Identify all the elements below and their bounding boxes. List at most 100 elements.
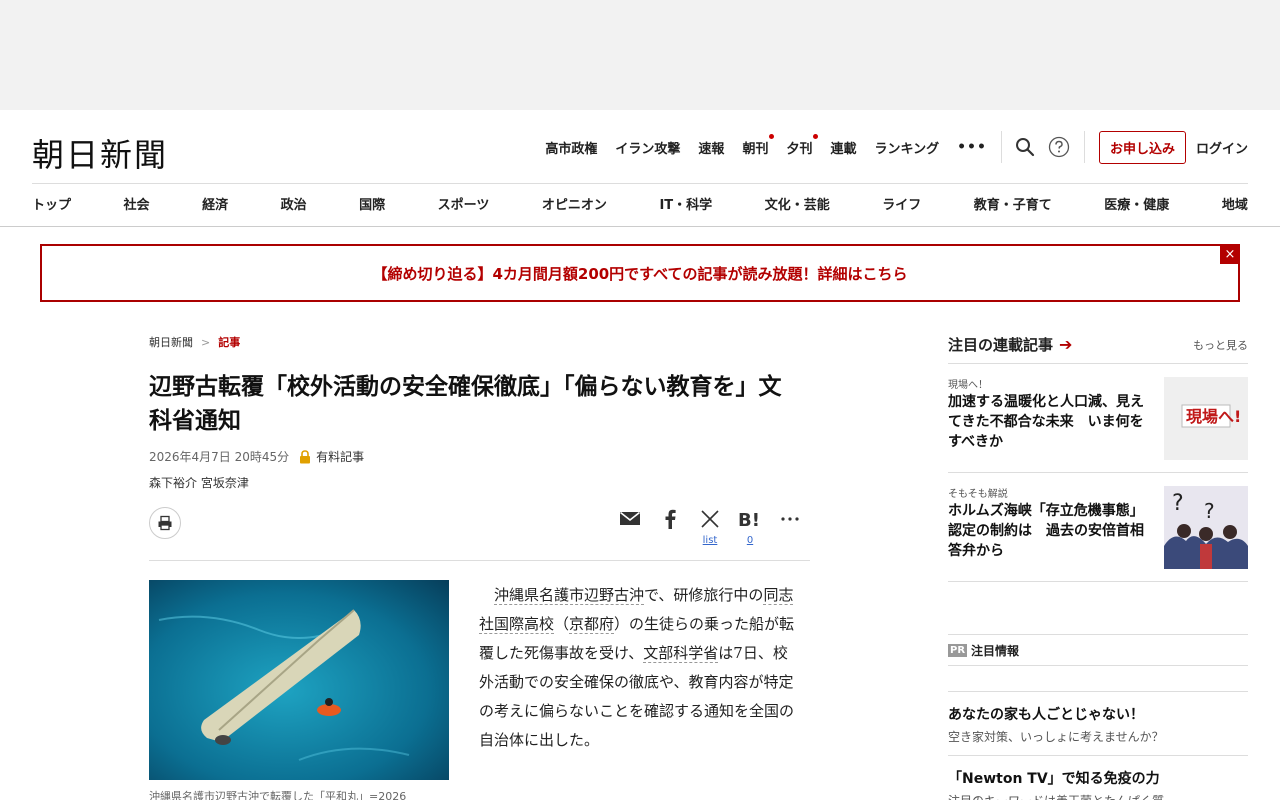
subscribe-button[interactable]: お申し込み: [1098, 130, 1186, 164]
series-kicker: 現場へ！: [948, 380, 988, 391]
category-opinion[interactable]: オピニオン: [542, 194, 607, 213]
sidebar: 注目の連載記事 ➔ もっと見る 現場へ！ 加速する温暖化と人口減、見えてきた不都…: [948, 334, 1248, 800]
help-icon[interactable]: [1048, 136, 1070, 158]
breadcrumb-separator: >: [201, 335, 211, 349]
photo-caption: 沖縄県名護市辺野古沖で転覆した「平和丸」=2026: [149, 790, 407, 800]
pr-section-header: PR 注目情報: [948, 634, 1248, 666]
facebook-icon: [665, 509, 676, 529]
category-top[interactable]: トップ: [32, 194, 71, 213]
new-dot-icon: [813, 133, 819, 139]
category-education[interactable]: 教育・子育て: [974, 194, 1052, 213]
topnav-link-3[interactable]: 朝刊: [742, 133, 775, 157]
publish-date: 2026年4月7日 20時45分: [149, 450, 290, 464]
site-logo[interactable]: 朝日新聞: [32, 130, 168, 176]
pr-spacer: [948, 666, 1248, 692]
search-icon[interactable]: [1014, 136, 1036, 158]
divider: [1083, 131, 1085, 163]
topnav-link-2[interactable]: 速報: [698, 138, 724, 157]
x-share-count[interactable]: list: [703, 535, 718, 547]
paid-label: 有料記事: [316, 450, 365, 464]
share-x-button[interactable]: list: [690, 509, 730, 547]
promo-banner-text[interactable]: 【締め切り迫る】4カ月間月額200円ですべての記事が読み放題！詳細はこちら: [372, 263, 907, 284]
category-culture[interactable]: 文化・芸能: [765, 194, 830, 213]
topnav-link-1[interactable]: イラン攻撃: [615, 138, 680, 157]
series-kicker: そもそも解説: [948, 489, 1008, 500]
category-nav: トップ 社会 経済 政治 国際 スポーツ オピニオン IT・科学 文化・芸能 ラ…: [32, 194, 1248, 213]
category-health[interactable]: 医療・健康: [1104, 194, 1169, 213]
category-international[interactable]: 国際: [359, 194, 385, 213]
featured-series-header: 注目の連載記事 ➔ もっと見る: [948, 334, 1248, 364]
article-meta: 2026年4月7日 20時45分 有料記事: [149, 448, 810, 465]
hatena-share-count[interactable]: 0: [747, 535, 753, 547]
article-toolbar: list B! 0: [149, 507, 810, 561]
new-dot-icon: [769, 133, 775, 139]
series-item-title[interactable]: 加速する温暖化と人口減、見えてきた不都合な未来 いま何をすべきか: [948, 392, 1153, 452]
series-item-title[interactable]: ホルムズ海峡「存立危機事態」認定の制約は 過去の安倍首相答弁から: [948, 501, 1153, 561]
topnav-link-6[interactable]: ランキング: [874, 138, 939, 157]
keyword-link[interactable]: 京都府: [569, 615, 615, 634]
more-icon: [781, 517, 799, 521]
series-thumbnail[interactable]: 現場へ!: [1164, 377, 1248, 460]
series-thumbnail[interactable]: ? ?: [1164, 486, 1248, 569]
breadcrumb: 朝日新聞 > 記事: [149, 334, 810, 350]
paid-badge: 有料記事: [299, 448, 364, 465]
category-life[interactable]: ライフ: [882, 194, 921, 213]
svg-text:?: ?: [1204, 499, 1215, 523]
hatena-bookmark-icon: B!: [738, 510, 760, 529]
article-body: 沖縄県名護市辺野古沖で、研修旅行中の同志社国際高校（京都府）の生徒らの乗った船が…: [479, 581, 801, 755]
featured-series-title[interactable]: 注目の連載記事 ➔: [948, 334, 1072, 355]
featured-series-item[interactable]: 現場へ！ 加速する温暖化と人口減、見えてきた不都合な未来 いま何をすべきか 現場…: [948, 364, 1248, 473]
divider: [1000, 131, 1002, 163]
share-facebook-button[interactable]: [650, 509, 690, 547]
pr-item-subtitle: 空き家対策、いっしょに考えませんか？: [948, 730, 1164, 744]
article-authors: 森下裕介 宮坂奈津: [149, 476, 249, 490]
pr-item[interactable]: 「Newton TV」で知る免疫の力 注目のキーワードは善玉菌とたんぱく質: [948, 756, 1248, 800]
lock-icon: [300, 449, 311, 463]
arrow-right-icon: ➔: [1059, 335, 1073, 354]
pr-section-title: 注目情報: [971, 643, 1020, 658]
top-ad-area: [0, 0, 1280, 110]
more-menu-icon[interactable]: •••: [957, 139, 987, 155]
category-economy[interactable]: 経済: [202, 194, 228, 213]
article-headline: 辺野古転覆「校外活動の安全確保徹底」「偏らない教育を」文科省通知: [149, 373, 782, 434]
mail-icon: [620, 511, 640, 525]
article-lead-paragraph: 沖縄県名護市辺野古沖で、研修旅行中の同志社国際高校（京都府）の生徒らの乗った船が…: [479, 586, 795, 749]
category-sports[interactable]: スポーツ: [438, 194, 490, 213]
topnav-link-0[interactable]: 高市政権: [545, 138, 597, 157]
pr-item-subtitle: 注目のキーワードは善玉菌とたんぱく質: [948, 792, 1248, 800]
share-more-button[interactable]: [770, 509, 810, 547]
article: 朝日新聞 > 記事 辺野古転覆「校外活動の安全確保徹底」「偏らない教育を」文科省…: [149, 334, 810, 800]
pr-badge: PR: [948, 643, 968, 657]
category-society[interactable]: 社会: [124, 194, 150, 213]
topnav-link-4[interactable]: 夕刊: [786, 133, 819, 157]
thumbnail-text: 現場へ!: [1186, 407, 1241, 426]
pr-item-title[interactable]: あなたの家も人ごとじゃない！: [948, 704, 1248, 724]
print-button[interactable]: [149, 507, 181, 539]
masthead: 朝日新聞 高市政権 イラン攻撃 速報 朝刊 夕刊 連載 ランキング ••• お申…: [0, 110, 1280, 227]
close-icon[interactable]: ×: [1220, 244, 1240, 264]
svg-text:B!: B!: [738, 510, 760, 529]
promo-banner[interactable]: 【締め切り迫る】4カ月間月額200円ですべての記事が読み放題！詳細はこちら ×: [40, 244, 1240, 302]
print-icon: [158, 515, 172, 531]
x-icon: [701, 510, 719, 528]
more-link[interactable]: もっと見る: [1193, 337, 1248, 353]
breadcrumb-current[interactable]: 記事: [218, 334, 240, 350]
share-mail-button[interactable]: [610, 509, 650, 547]
pr-item-title[interactable]: 「Newton TV」で知る免疫の力: [948, 768, 1248, 788]
category-it-science[interactable]: IT・科学: [659, 194, 712, 213]
login-link[interactable]: ログイン: [1196, 138, 1248, 157]
article-photo[interactable]: [149, 580, 449, 780]
featured-series-item[interactable]: そもそも解説 ホルムズ海峡「存立危機事態」認定の制約は 過去の安倍首相答弁から …: [948, 473, 1248, 582]
share-hatena-button[interactable]: B! 0: [730, 509, 770, 547]
category-local[interactable]: 地域: [1222, 194, 1248, 213]
keyword-link[interactable]: 沖縄県名護市辺野古沖: [494, 586, 645, 605]
top-nav: 高市政権 イラン攻撃 速報 朝刊 夕刊 連載 ランキング ••• お申し込み ロ…: [527, 130, 1248, 164]
thumbnail-text: ?: [1172, 491, 1184, 516]
keyword-link[interactable]: 文部科学省: [643, 644, 719, 663]
category-politics[interactable]: 政治: [281, 194, 307, 213]
divider: [32, 183, 1248, 184]
share-buttons: list B! 0: [610, 509, 810, 547]
topnav-link-5[interactable]: 連載: [830, 138, 856, 157]
breadcrumb-home[interactable]: 朝日新聞: [149, 334, 193, 350]
pr-item[interactable]: あなたの家も人ごとじゃない！ 空き家対策、いっしょに考えませんか？: [948, 692, 1248, 756]
